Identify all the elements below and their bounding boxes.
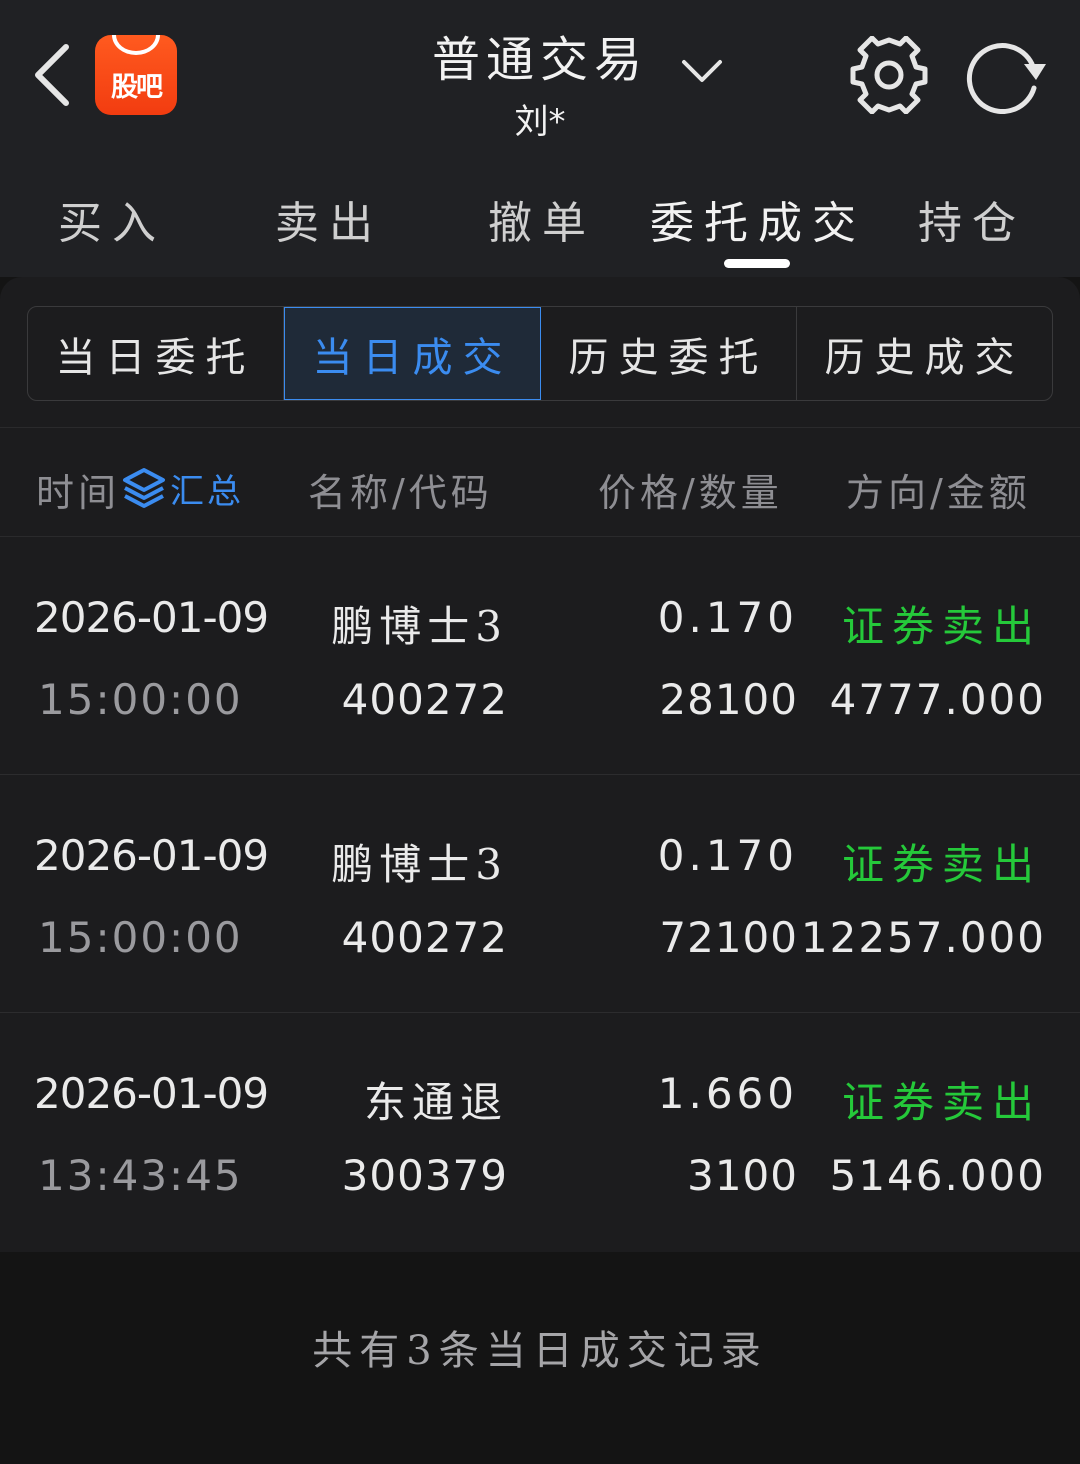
column-header-name-code: 名称/代码: [308, 471, 493, 515]
refresh-button[interactable]: [962, 36, 1050, 115]
trade-quantity: 72100: [659, 913, 798, 962]
chevron-left-icon: [35, 44, 69, 106]
column-header-price-qty: 价格/数量: [598, 471, 783, 515]
logo-text: 股吧: [111, 72, 163, 103]
trade-time: 13:43:45: [38, 1151, 243, 1200]
tab-orders-trades[interactable]: 委托成交: [650, 187, 866, 251]
gear-icon: [850, 35, 928, 115]
summary-button[interactable]: 汇总: [122, 465, 244, 512]
segment-history-trades[interactable]: 历史成交: [797, 307, 1052, 400]
settings-button[interactable]: [848, 35, 930, 115]
trade-direction: 证券卖出: [841, 1078, 1042, 1127]
trade-price: 1.660: [657, 1069, 798, 1118]
segment-today-orders[interactable]: 当日委托: [28, 307, 284, 400]
segment-today-trades[interactable]: 当日成交: [284, 307, 541, 400]
record-type-segment: 当日委托 当日成交 历史委托 历史成交: [27, 306, 1053, 401]
chevron-down-icon: [682, 60, 722, 82]
trade-direction: 证券卖出: [841, 840, 1042, 889]
tab-cancel-order[interactable]: 撤单: [488, 187, 596, 251]
trade-row[interactable]: 2026-01-09 15:00:00 鹏博士3 400272 0.170 72…: [0, 775, 1080, 1013]
trade-time: 15:00:00: [38, 675, 243, 724]
content-panel: 当日委托 当日成交 历史委托 历史成交 时间 汇总 名称/代码 价格/数量 方向…: [0, 277, 1080, 1252]
record-count-text: 共有3条当日成交记录: [312, 1328, 768, 1374]
list-footer: 共有3条当日成交记录: [0, 1252, 1080, 1464]
trade-row[interactable]: 2026-01-09 13:43:45 东通退 300379 1.660 310…: [0, 1013, 1080, 1251]
trade-tabs: 买入 卖出 撤单 委托成交 持仓: [0, 165, 1080, 277]
trade-date: 2026-01-09: [34, 1069, 269, 1118]
stock-code: 400272: [341, 675, 508, 724]
guba-logo[interactable]: 股吧: [95, 35, 177, 115]
trade-amount: 4777.000: [829, 675, 1046, 724]
trade-amount: 12257.000: [800, 913, 1046, 962]
column-header-direction-amount: 方向/金额: [846, 471, 1031, 515]
summary-label: 汇总: [170, 471, 244, 512]
stock-code: 400272: [341, 913, 508, 962]
stock-code: 300379: [341, 1151, 508, 1200]
trade-price: 0.170: [657, 593, 798, 642]
logo-arc-icon: [112, 35, 160, 55]
trade-direction: 证券卖出: [841, 602, 1042, 651]
trade-time: 15:00:00: [38, 913, 243, 962]
trade-date: 2026-01-09: [34, 593, 269, 642]
trade-amount: 5146.000: [829, 1151, 1046, 1200]
trade-price: 0.170: [657, 831, 798, 880]
top-bar: 股吧 普通交易 刘*: [0, 0, 1080, 165]
stock-name: 鹏博士3: [331, 840, 508, 889]
account-switch-button[interactable]: [676, 48, 728, 96]
account-name: 刘*: [514, 102, 566, 142]
trade-row[interactable]: 2026-01-09 15:00:00 鹏博士3 400272 0.170 28…: [0, 537, 1080, 775]
refresh-icon: [966, 43, 1046, 115]
divider: [0, 427, 1080, 428]
trade-quantity: 28100: [659, 675, 798, 724]
stock-name: 东通退: [363, 1078, 508, 1127]
back-button[interactable]: [30, 40, 74, 110]
layers-icon: [123, 468, 165, 508]
active-tab-indicator: [724, 259, 790, 268]
tab-positions[interactable]: 持仓: [918, 187, 1026, 251]
tab-sell[interactable]: 卖出: [275, 187, 383, 251]
trade-quantity: 3100: [687, 1151, 798, 1200]
tab-buy[interactable]: 买入: [58, 187, 166, 251]
stock-name: 鹏博士3: [331, 602, 508, 651]
column-header-time: 时间: [36, 471, 121, 515]
segment-history-orders[interactable]: 历史委托: [541, 307, 797, 400]
trade-date: 2026-01-09: [34, 831, 269, 880]
